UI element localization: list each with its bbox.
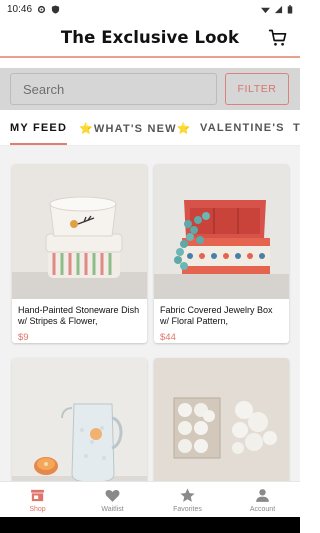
system-nav-bar xyxy=(0,517,300,533)
product-name: Hand-Painted Stoneware Dish w/ Stripes &… xyxy=(18,305,140,326)
tab-valentines[interactable]: VALENTINE'S xyxy=(200,110,285,145)
product-name: Fabric Covered Jewelry Box w/ Floral Pat… xyxy=(160,305,273,326)
product-image xyxy=(154,358,289,481)
page-title: The Exclusive Look xyxy=(60,27,240,47)
category-tabs: MY FEED ⭐WHAT'S NEW⭐ VALENTINE'S T xyxy=(0,110,300,146)
battery-icon xyxy=(287,4,293,14)
filter-button[interactable]: FILTER xyxy=(225,73,289,105)
product-card[interactable]: Hand-Painted Stoneware Dish w/ Stripes &… xyxy=(12,164,147,343)
cart-icon[interactable] xyxy=(268,28,288,48)
shield-icon xyxy=(51,4,60,14)
tab-whats-new[interactable]: ⭐WHAT'S NEW⭐ xyxy=(79,110,192,145)
nav-waitlist-label: Waitlist xyxy=(101,505,124,513)
account-icon xyxy=(256,488,269,502)
nav-waitlist[interactable]: Waitlist xyxy=(75,482,150,517)
nav-shop-label: Shop xyxy=(29,505,46,513)
product-card[interactable] xyxy=(154,358,289,481)
product-card[interactable] xyxy=(12,358,147,481)
product-price: $44 xyxy=(160,332,176,343)
product-image xyxy=(154,164,289,299)
nav-favorites[interactable]: Favorites xyxy=(150,482,225,517)
search-bar: FILTER xyxy=(0,68,300,110)
nav-shop[interactable]: Shop xyxy=(0,482,75,517)
product-image xyxy=(12,164,147,299)
wifi-icon xyxy=(261,7,270,13)
bottom-nav: Shop Waitlist Favorites Account xyxy=(0,481,300,517)
nav-account[interactable]: Account xyxy=(225,482,300,517)
product-card[interactable]: Fabric Covered Jewelry Box w/ Floral Pat… xyxy=(154,164,289,343)
product-price: $9 xyxy=(18,332,29,343)
search-input[interactable] xyxy=(10,73,217,105)
signal-icon xyxy=(274,5,283,13)
tab-next[interactable]: T xyxy=(293,110,300,145)
tab-my-feed[interactable]: MY FEED xyxy=(10,110,68,145)
product-image xyxy=(12,358,147,481)
nav-favorites-label: Favorites xyxy=(173,505,202,513)
settings-icon xyxy=(37,5,46,13)
app-header: The Exclusive Look xyxy=(0,18,300,58)
status-time: 10:46 xyxy=(7,3,33,15)
status-bar: 10:46 xyxy=(0,0,300,18)
nav-account-label: Account xyxy=(249,505,276,513)
product-feed: Hand-Painted Stoneware Dish w/ Stripes &… xyxy=(0,146,300,481)
shop-icon xyxy=(31,489,44,501)
star-icon xyxy=(180,487,195,502)
heart-icon xyxy=(105,489,120,502)
